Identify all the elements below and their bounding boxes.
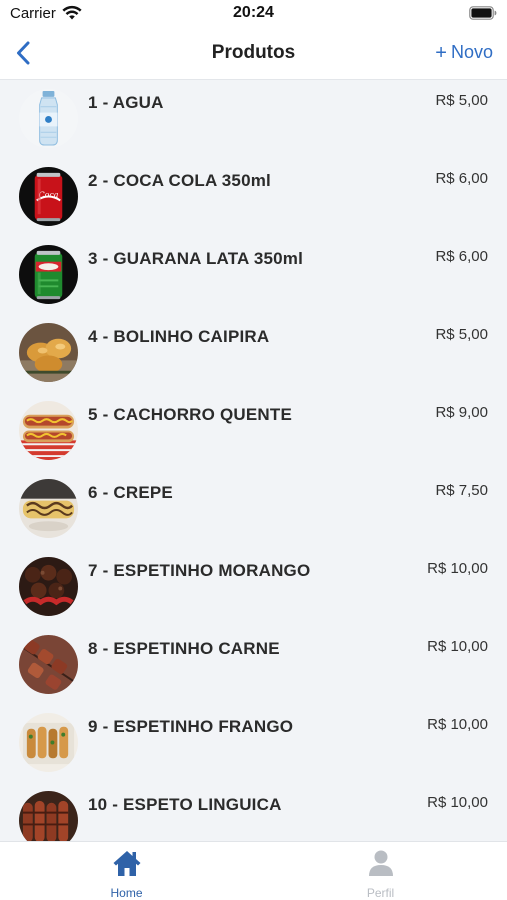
battery-full-icon xyxy=(469,6,497,25)
list-item[interactable]: 8 - ESPETINHO CARNE R$ 10,00 xyxy=(0,626,507,704)
product-thumbnail-meat-skewer xyxy=(19,635,78,694)
product-name: 4 - BOLINHO CAIPIRA xyxy=(88,327,270,346)
list-item[interactable]: 6 - CREPE R$ 7,50 xyxy=(0,470,507,548)
list-item[interactable]: 5 - CACHORRO QUENTE R$ 9,00 xyxy=(0,392,507,470)
new-product-button[interactable]: + Novo xyxy=(435,42,493,63)
product-thumbnail-crepe xyxy=(19,479,78,538)
product-name: 9 - ESPETINHO FRANGO xyxy=(88,717,294,736)
tab-profile[interactable]: Perfil xyxy=(254,842,507,900)
list-item[interactable]: Coca 2 - COCA COLA 350ml R$ 6,00 xyxy=(0,158,507,236)
product-thumbnail-guarana-can xyxy=(19,245,78,304)
product-price: R$ 9,00 xyxy=(435,404,488,421)
chevron-left-icon xyxy=(16,41,30,70)
tab-bar: Home Perfil xyxy=(0,841,507,900)
list-item[interactable]: 10 - ESPETO LINGUICA R$ 10,00 xyxy=(0,782,507,841)
product-thumbnail-fried-dumplings xyxy=(19,323,78,382)
product-name: 3 - GUARANA LATA 350ml xyxy=(88,249,304,268)
home-icon xyxy=(112,849,142,882)
tab-home-label: Home xyxy=(110,886,143,900)
product-price: R$ 10,00 xyxy=(427,794,488,811)
plus-icon: + xyxy=(435,41,447,64)
product-price: R$ 6,00 xyxy=(435,248,488,265)
page-title: Produtos xyxy=(211,42,296,63)
status-time: 20:24 xyxy=(233,4,274,21)
product-price: R$ 10,00 xyxy=(427,638,488,655)
new-button-label: Novo xyxy=(450,42,493,62)
product-name: 7 - ESPETINHO MORANGO xyxy=(88,561,311,580)
product-name: 6 - CREPE xyxy=(88,483,173,502)
list-item[interactable]: 4 - BOLINHO CAIPIRA R$ 5,00 xyxy=(0,314,507,392)
product-price: R$ 5,00 xyxy=(435,326,488,343)
product-price: R$ 6,00 xyxy=(435,170,488,187)
product-thumbnail-chicken-skewer xyxy=(19,713,78,772)
back-button[interactable] xyxy=(8,38,38,72)
product-name: 8 - ESPETINHO CARNE xyxy=(88,639,280,658)
product-thumbnail-hot-dog xyxy=(19,401,78,460)
list-item[interactable]: 1 - AGUA R$ 5,00 xyxy=(0,80,507,158)
list-item[interactable]: 3 - GUARANA LATA 350ml R$ 6,00 xyxy=(0,236,507,314)
product-name: 10 - ESPETO LINGUICA xyxy=(88,795,282,814)
product-list[interactable]: 1 - AGUA R$ 5,00 Coca 2 - COCA COLA 350m… xyxy=(0,80,507,841)
product-price: R$ 10,00 xyxy=(427,716,488,733)
product-name: 2 - COCA COLA 350ml xyxy=(88,171,271,190)
tab-profile-label: Perfil xyxy=(366,886,395,900)
svg-text:Coca: Coca xyxy=(39,190,59,199)
product-thumbnail-sausage-skewer xyxy=(19,791,78,841)
list-item[interactable]: 9 - ESPETINHO FRANGO R$ 10,00 xyxy=(0,704,507,782)
tab-home[interactable]: Home xyxy=(0,842,253,900)
product-price: R$ 5,00 xyxy=(435,92,488,109)
product-price: R$ 7,50 xyxy=(435,482,488,499)
navigation-bar: Produtos + Novo xyxy=(0,30,507,80)
status-bar: Carrier 20:24 xyxy=(0,0,507,30)
product-thumbnail-water-bottle xyxy=(19,89,78,148)
product-thumbnail-chocolate-strawberry-skewer xyxy=(19,557,78,616)
product-thumbnail-cola-can: Coca xyxy=(19,167,78,226)
product-price: R$ 10,00 xyxy=(427,560,488,577)
product-name: 1 - AGUA xyxy=(88,93,164,112)
list-item[interactable]: 7 - ESPETINHO MORANGO R$ 10,00 xyxy=(0,548,507,626)
person-icon xyxy=(367,849,395,882)
product-name: 5 - CACHORRO QUENTE xyxy=(88,405,293,424)
